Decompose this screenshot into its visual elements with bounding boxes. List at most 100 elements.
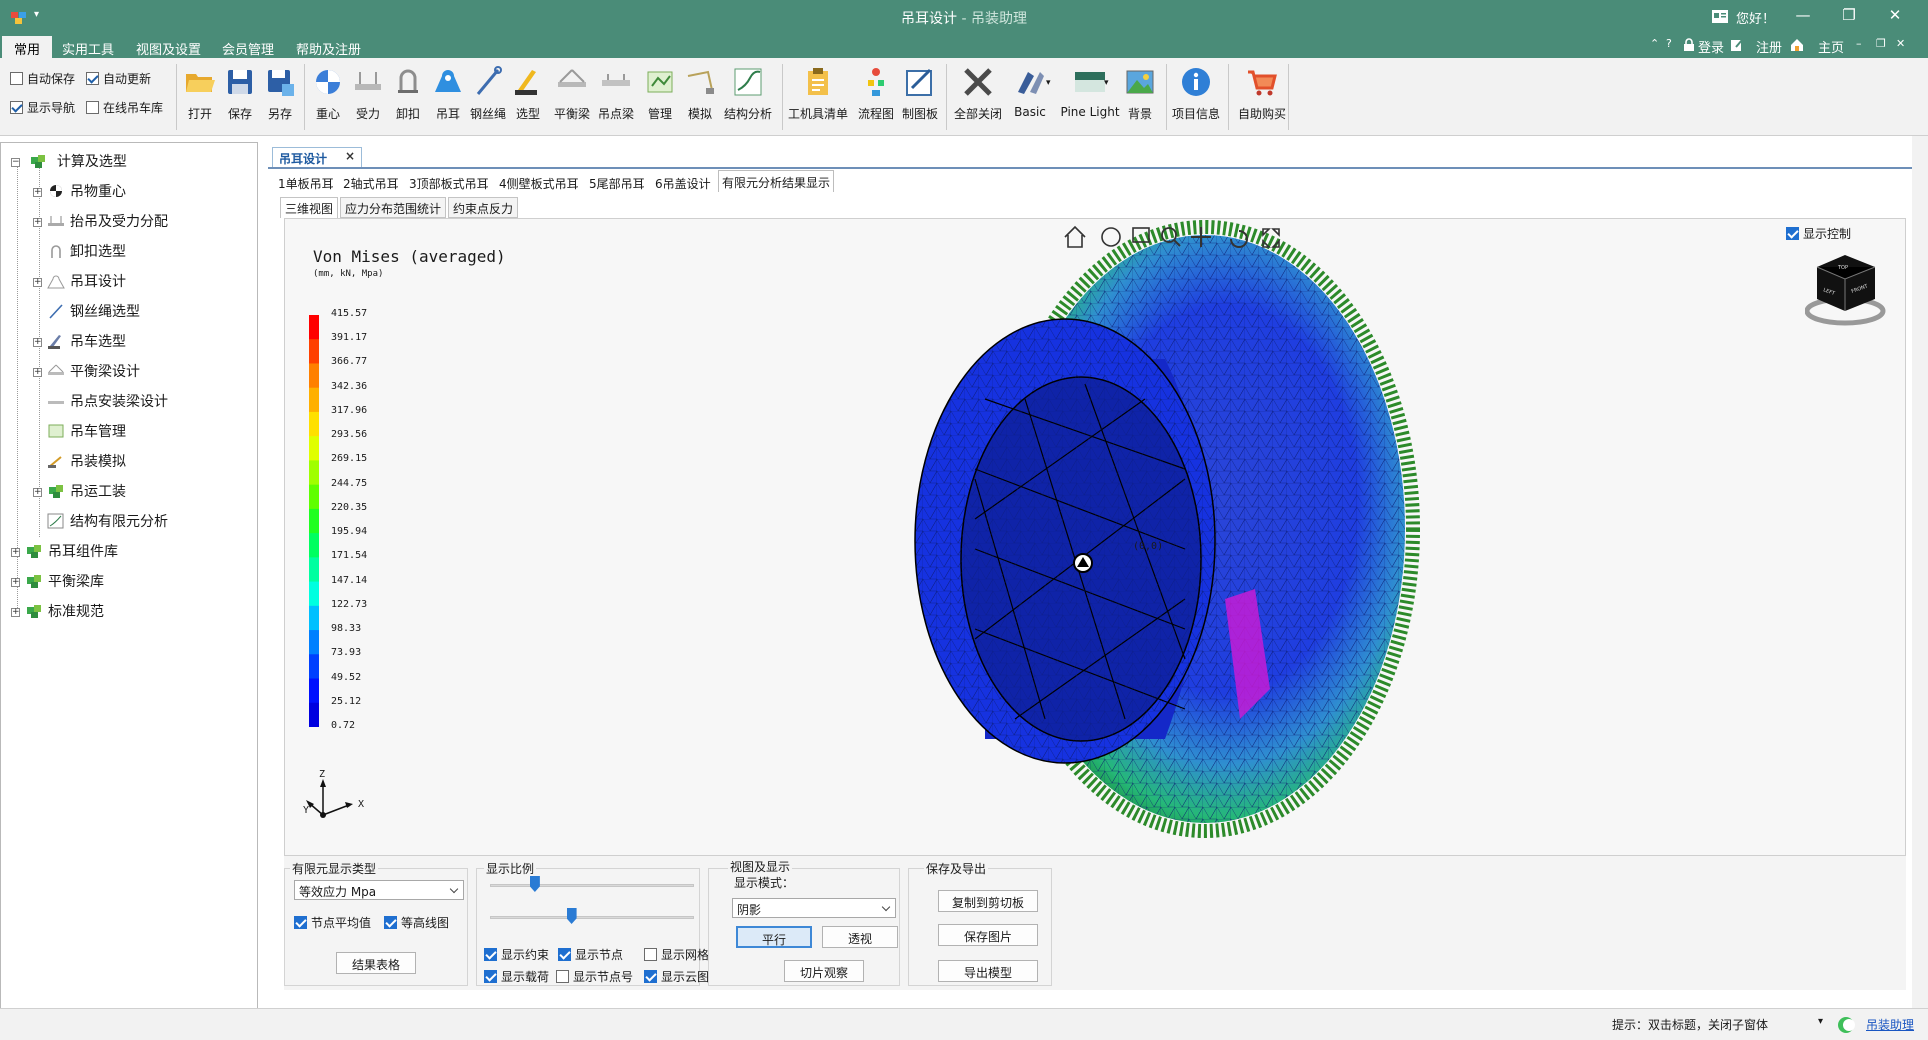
save-button[interactable]: 保存 — [220, 66, 260, 132]
maximize-button[interactable]: ❐ — [1836, 6, 1862, 28]
auto-update-checkbox[interactable]: 自动更新 — [86, 70, 151, 87]
self-purchase-button[interactable]: 自助购买 — [1238, 66, 1286, 132]
tree-node-crane-management[interactable]: 吊车管理 — [47, 421, 126, 445]
background-button[interactable]: 背景 — [1120, 66, 1160, 132]
inner-tab-stress-stats[interactable]: 应力分布范围统计 — [340, 197, 447, 218]
view-cube[interactable]: TOP FRONT LEFT — [1805, 249, 1891, 329]
scale-slider-1[interactable] — [490, 884, 694, 887]
show-nav-checkbox[interactable]: 显示导航 — [10, 99, 75, 116]
tree-node-crane[interactable]: + 吊车选型 — [33, 331, 126, 355]
menu-tab-tools[interactable]: 实用工具 — [50, 36, 126, 58]
inner-tab-reaction-forces[interactable]: 约束点反力 — [448, 197, 519, 218]
parallel-projection-button[interactable]: 平行 — [736, 926, 812, 948]
lifting-beam-button[interactable]: 吊点梁 — [596, 66, 636, 132]
inner-tab-3d-view[interactable]: 三维视图 — [280, 197, 339, 218]
show-control-checkbox[interactable]: 显示控制 — [1785, 225, 1851, 242]
login-lock-icon[interactable] — [1682, 38, 1696, 52]
theme-basic-button[interactable]: Basic — [1010, 66, 1050, 132]
result-type-select[interactable]: 等效应力 Mpa — [294, 880, 464, 900]
perspective-projection-button[interactable]: 透视 — [822, 926, 898, 948]
document-tab-lug-design[interactable]: 吊耳设计 × — [272, 147, 362, 167]
simulation-button[interactable]: 模拟 — [680, 66, 720, 132]
menu-tab-view-settings[interactable]: 视图及设置 — [124, 36, 213, 58]
show-loads-checkbox[interactable]: 显示载荷 — [484, 968, 549, 985]
register-pen-icon[interactable] — [1730, 38, 1744, 52]
tree-node-wire-rope[interactable]: 钢丝绳选型 — [47, 301, 140, 325]
collapse-icon[interactable]: − — [11, 158, 20, 167]
scale-slider-2[interactable] — [490, 916, 694, 919]
project-info-button[interactable]: 项目信息 — [1172, 66, 1220, 132]
show-constraints-checkbox[interactable]: 显示约束 — [484, 946, 549, 963]
tree-node-fea[interactable]: 结构有限元分析 — [47, 511, 168, 535]
crane-selection-button[interactable]: 选型 — [508, 66, 548, 132]
subtab-side-plate-lug[interactable]: 4侧壁板式吊耳 — [496, 172, 582, 194]
subtab-tail-lug[interactable]: 5尾部吊耳 — [586, 172, 648, 194]
view-zoom-window-button[interactable] — [1131, 223, 1157, 251]
minimize-button[interactable]: — — [1790, 6, 1816, 28]
subtab-fea-results[interactable]: 有限元分析结果显示 — [718, 170, 835, 192]
show-node-numbers-checkbox[interactable]: 显示节点号 — [556, 968, 633, 985]
theme-pine-dropdown-icon[interactable]: ▾ — [1104, 78, 1109, 88]
show-nodes-checkbox[interactable]: 显示节点 — [558, 946, 623, 963]
tree-node-rigging[interactable]: + 吊运工装 — [33, 481, 126, 505]
save-image-button[interactable]: 保存图片 — [938, 924, 1038, 946]
collapse-ribbon-icon[interactable]: ⌃ — [1650, 37, 1659, 50]
auto-save-checkbox[interactable]: 自动保存 — [10, 70, 75, 87]
view-pan-button[interactable] — [1189, 223, 1215, 251]
home-icon[interactable] — [1790, 38, 1804, 52]
center-of-gravity-button[interactable]: 重心 — [308, 66, 348, 132]
flowchart-button[interactable]: 流程图 — [856, 66, 896, 132]
mdi-restore-button[interactable]: ❐ — [1876, 37, 1886, 50]
tree-node-lug-design[interactable]: + 吊耳设计 — [33, 271, 126, 295]
menu-tab-help[interactable]: 帮助及注册 — [284, 36, 373, 58]
home-link[interactable]: 主页 — [1818, 37, 1844, 56]
online-crane-db-checkbox[interactable]: 在线吊车库 — [86, 99, 163, 116]
contour-lines-checkbox[interactable]: 等高线图 — [384, 914, 449, 931]
show-contour-checkbox[interactable]: 显示云图 — [644, 968, 709, 985]
spreader-beam-button[interactable]: 平衡梁 — [552, 66, 592, 132]
tree-node-calc-selection[interactable]: − 计算及选型 — [11, 151, 127, 175]
slice-view-button[interactable]: 切片观察 — [784, 960, 864, 982]
view-rotate-button[interactable] — [1221, 223, 1247, 251]
save-as-button[interactable]: 另存 — [260, 66, 300, 132]
close-all-button[interactable]: 全部关闭 — [954, 66, 1002, 132]
theme-pine-light-button[interactable]: Pine Light — [1060, 66, 1120, 132]
help-icon[interactable]: ? — [1666, 37, 1672, 50]
tree-node-spreader-beam[interactable]: + 平衡梁设计 — [33, 361, 140, 385]
status-toggle-icon[interactable] — [1836, 1015, 1858, 1035]
mdi-minimize-button[interactable]: – — [1856, 37, 1862, 50]
right-scrollbar[interactable] — [1912, 136, 1928, 1008]
tree-node-simulation[interactable]: 吊装模拟 — [47, 451, 126, 475]
tree-node-cog[interactable]: + 吊物重心 — [33, 181, 126, 205]
shackle-button[interactable]: 卸扣 — [388, 66, 428, 132]
export-model-button[interactable]: 导出模型 — [938, 960, 1038, 982]
view-zoom-button[interactable] — [1157, 223, 1183, 251]
tool-list-button[interactable]: 工机具清单 — [788, 66, 848, 132]
tree-node-standards[interactable]: + 标准规范 — [11, 601, 104, 625]
subtab-single-plate-lug[interactable]: 1单板吊耳 — [275, 172, 337, 194]
structure-analysis-button[interactable]: 结构分析 — [724, 66, 772, 132]
open-button[interactable]: 打开 — [180, 66, 220, 132]
theme-basic-dropdown-icon[interactable]: ▾ — [1046, 78, 1051, 88]
view-fit-all-button[interactable] — [1253, 223, 1279, 251]
subtab-shaft-lug[interactable]: 2轴式吊耳 — [340, 172, 402, 194]
result-table-button[interactable]: 结果表格 — [336, 952, 416, 974]
tree-node-beam-library[interactable]: + 平衡梁库 — [11, 571, 104, 595]
node-average-checkbox[interactable]: 节点平均值 — [294, 914, 371, 931]
tree-node-lug-library[interactable]: + 吊耳组件库 — [11, 541, 118, 565]
force-button[interactable]: 受力 — [348, 66, 388, 132]
menu-tab-common[interactable]: 常用 — [2, 36, 53, 58]
view-orbit-button[interactable] — [1099, 223, 1125, 251]
tree-node-tandem-lift[interactable]: + 抬吊及受力分配 — [33, 211, 168, 235]
menu-tab-membership[interactable]: 会员管理 — [210, 36, 286, 58]
close-tab-icon[interactable]: × — [345, 149, 355, 163]
drawing-board-button[interactable]: 制图板 — [900, 66, 940, 132]
display-mode-select[interactable]: 阴影 — [732, 898, 896, 918]
subtab-lid-design[interactable]: 6吊盖设计 — [652, 172, 714, 194]
tree-node-shackle[interactable]: 卸扣选型 — [47, 241, 126, 265]
wire-rope-button[interactable]: 钢丝绳 — [468, 66, 508, 132]
user-card-icon[interactable] — [1712, 10, 1728, 23]
view-home-button[interactable] — [1061, 223, 1087, 251]
copy-clipboard-button[interactable]: 复制到剪切板 — [938, 890, 1038, 912]
subtab-top-plate-lug[interactable]: 3顶部板式吊耳 — [406, 172, 492, 194]
